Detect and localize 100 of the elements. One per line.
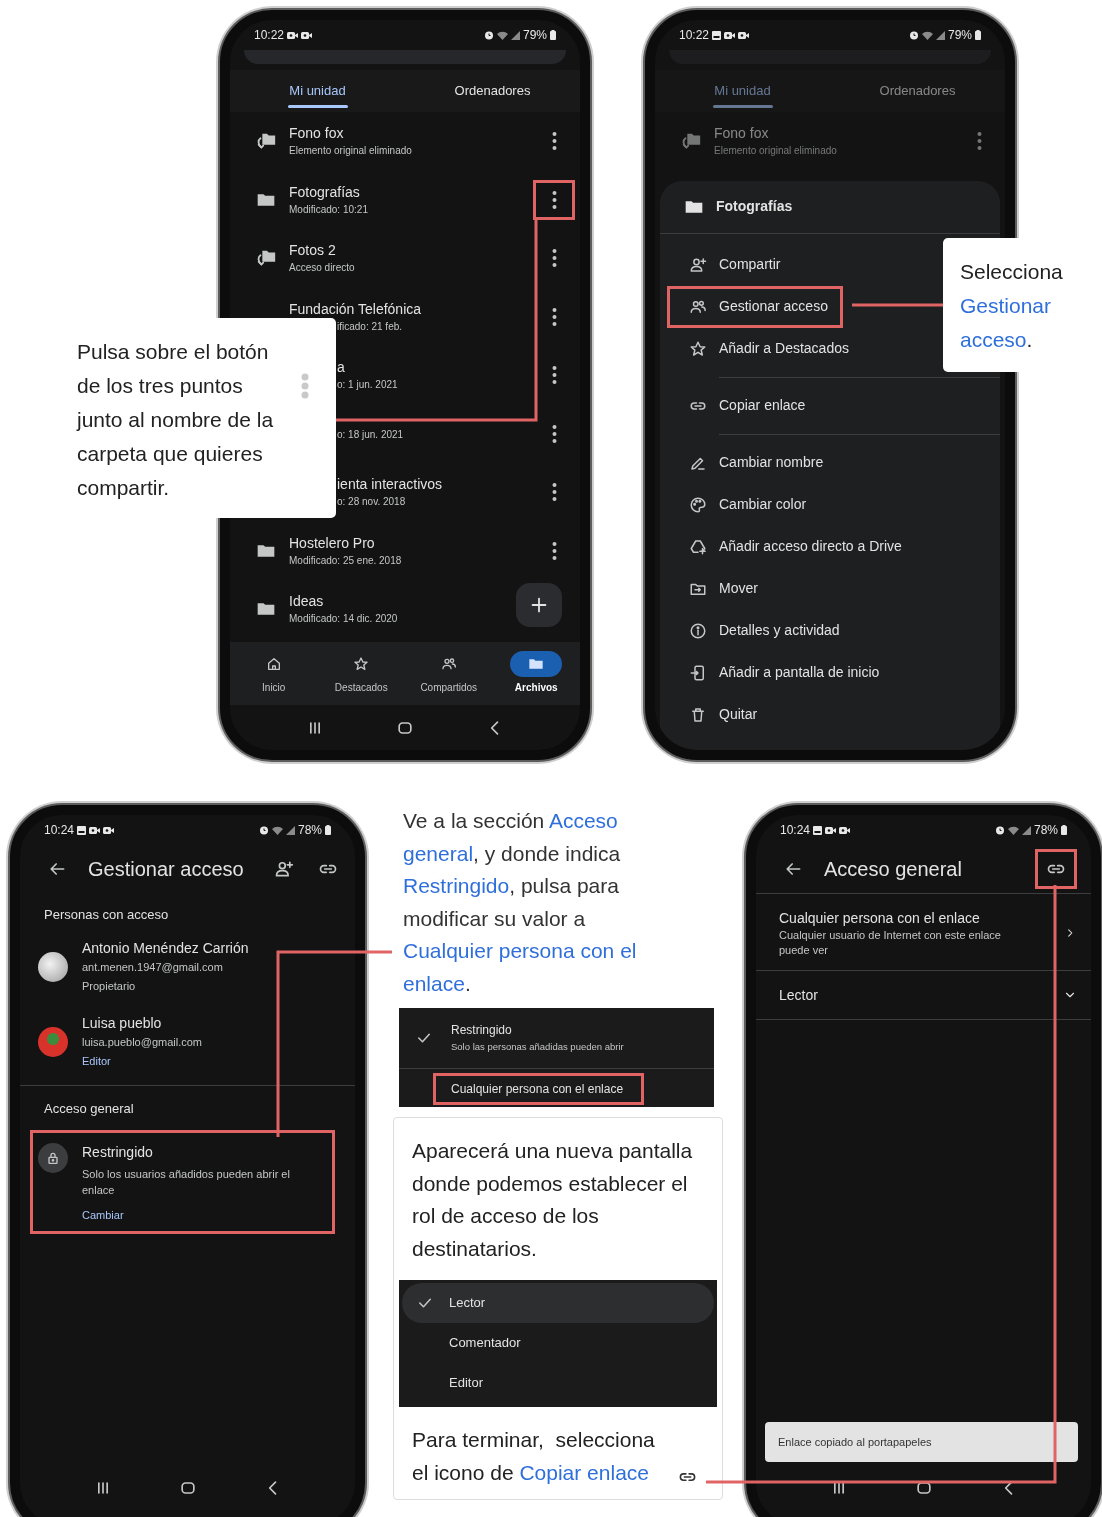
- video-icon: [825, 825, 837, 835]
- access-title: Restringido: [82, 1143, 153, 1162]
- battery-icon: [975, 30, 981, 40]
- file-detail: Modificado: 14 dic. 2020: [289, 612, 398, 627]
- lock-icon: [45, 1150, 61, 1166]
- nav-tab[interactable]: Destacados: [317, 641, 405, 705]
- nav-tab[interactable]: Compartidos: [405, 641, 493, 705]
- callout-text: Selecciona Gestionar acceso.: [960, 260, 1063, 351]
- file-detail: Acceso directo: [289, 261, 355, 276]
- image-icon: [712, 30, 722, 40]
- change-link[interactable]: Cambiar: [82, 1206, 124, 1225]
- file-name: Fono fox: [714, 124, 769, 143]
- signal-icon: [1021, 825, 1031, 835]
- more-options-icon: [551, 307, 557, 326]
- menu-item[interactable]: Añadir a pantalla de inicio: [667, 651, 895, 694]
- access-option[interactable]: Cualquier persona con el enlace: [433, 1073, 645, 1105]
- status-time: 10:24: [780, 822, 811, 839]
- nav-tab[interactable]: Archivos: [492, 641, 580, 705]
- file-name: Fono fox: [289, 124, 344, 143]
- menu-item[interactable]: Compartir: [667, 243, 796, 286]
- instruction-text: Aparecerá una nueva pantalla donde podemos establecer el rol de acceso de los destinatarios.: [412, 1138, 694, 1262]
- wifi-icon: [271, 825, 283, 835]
- more-options-icon: [551, 424, 557, 443]
- tab[interactable]: Mi unidad: [655, 70, 830, 112]
- status-time: 10:22: [254, 27, 285, 44]
- menu-item[interactable]: Gestionar acceso: [667, 285, 843, 328]
- callout-text: junto al nombre de la carpeta que quieres compartir.: [77, 408, 274, 499]
- menu-item[interactable]: Añadir acceso directo a Drive: [667, 525, 917, 568]
- tab[interactable]: Ordenadores: [830, 70, 1005, 112]
- phone-arrow-icon: [689, 663, 707, 682]
- menu-item[interactable]: Copiar enlace: [667, 384, 821, 427]
- alarm-icon: [908, 30, 919, 40]
- video-icon: [724, 30, 736, 40]
- wifi-icon: [496, 30, 508, 40]
- menu-item[interactable]: Mover: [667, 567, 773, 610]
- person-add-icon: [689, 255, 707, 274]
- tab[interactable]: Mi unidad: [230, 70, 405, 112]
- tab[interactable]: Ordenadores: [405, 70, 580, 112]
- role-dropdown[interactable]: Lector: [779, 985, 1063, 1005]
- menu-item[interactable]: Cambiar nombre: [667, 441, 839, 484]
- file-detail: Modificado: 25 ene. 2018: [289, 553, 402, 568]
- snackbar-text: Enlace copiado al portapapeles: [778, 1434, 932, 1450]
- person-role: Propietario: [82, 978, 136, 994]
- file-name: ienta interactivos: [337, 475, 443, 494]
- section-heading: Personas con acceso: [43, 906, 169, 924]
- role-option[interactable]: Editor: [402, 1363, 714, 1403]
- new-button[interactable]: [516, 583, 562, 627]
- trash-icon: [689, 705, 707, 724]
- more-options-icon: [300, 373, 310, 399]
- star-icon: [689, 339, 707, 358]
- signal-icon: [510, 30, 520, 40]
- image-icon: [813, 825, 823, 835]
- image-icon: [77, 825, 87, 835]
- role-option[interactable]: Lector: [402, 1283, 714, 1323]
- battery-icon: [1061, 825, 1067, 835]
- home-icon: [265, 656, 282, 672]
- avatar: [38, 1027, 68, 1057]
- role-option[interactable]: Comentador: [402, 1323, 714, 1363]
- file-name: Fundación Telefónica: [289, 299, 422, 318]
- alarm-icon: [258, 825, 269, 835]
- video-icon: [738, 30, 750, 40]
- folder-icon: [528, 656, 545, 672]
- person-add-icon: [274, 859, 294, 879]
- person-name: Antonio Menéndez Carrión: [82, 938, 249, 958]
- more-options-icon: [551, 190, 557, 209]
- menu-item[interactable]: Cambiar color: [667, 483, 822, 526]
- menu-item[interactable]: Quitar: [667, 693, 773, 736]
- menu-item[interactable]: Detalles y actividad: [667, 609, 855, 652]
- more-options-icon: [976, 132, 982, 151]
- video-icon: [89, 825, 101, 835]
- file-detail: Elemento original eliminado: [289, 144, 412, 159]
- person-email: ant.menen.1947@gmail.com: [82, 959, 223, 975]
- file-name: Hostelero Pro: [289, 533, 375, 552]
- video-icon: [839, 825, 851, 835]
- more-options-icon: [551, 483, 557, 502]
- file-name: Ideas: [289, 592, 324, 611]
- battery-icon: [550, 30, 556, 40]
- copy-link-button[interactable]: [1035, 849, 1077, 889]
- instruction-text: Ve a la sección Acceso general, y donde indica Restringido, pulsa para modificar su valor a Cualquier persona con el enlace.: [403, 808, 638, 997]
- star-icon: [353, 656, 370, 672]
- avatar: [38, 952, 68, 982]
- section-heading: Acceso general: [43, 1099, 134, 1118]
- battery-level: 78%: [1033, 822, 1058, 839]
- access-description: Solo los usuarios añadidos pueden abrir el enlace: [82, 1167, 291, 1198]
- file-detail: o: 28 nov. 2018: [337, 495, 406, 510]
- access-option[interactable]: Restringido Solo las personas añadidas pueden abrir: [433, 1014, 645, 1062]
- video-icon: [301, 30, 313, 40]
- alarm-icon: [994, 825, 1005, 835]
- general-access-row[interactable]: Restringido Solo los usuarios añadidos pueden abrir el enlace Cambiar: [30, 1130, 335, 1234]
- menu-item[interactable]: Añadir a Destacados: [667, 327, 864, 370]
- more-options-button[interactable]: [533, 179, 575, 220]
- palette-icon: [689, 495, 707, 514]
- alarm-icon: [483, 30, 494, 40]
- person-email: luisa.pueblo@gmail.com: [82, 1034, 202, 1050]
- more-options-icon: [551, 249, 557, 268]
- status-time: 10:22: [679, 27, 710, 44]
- access-title: Cualquier persona con el enlace: [779, 909, 980, 928]
- screen-title: Acceso general: [824, 857, 963, 882]
- nav-tab[interactable]: Inicio: [230, 641, 318, 705]
- file-name: Fotografías: [289, 182, 360, 201]
